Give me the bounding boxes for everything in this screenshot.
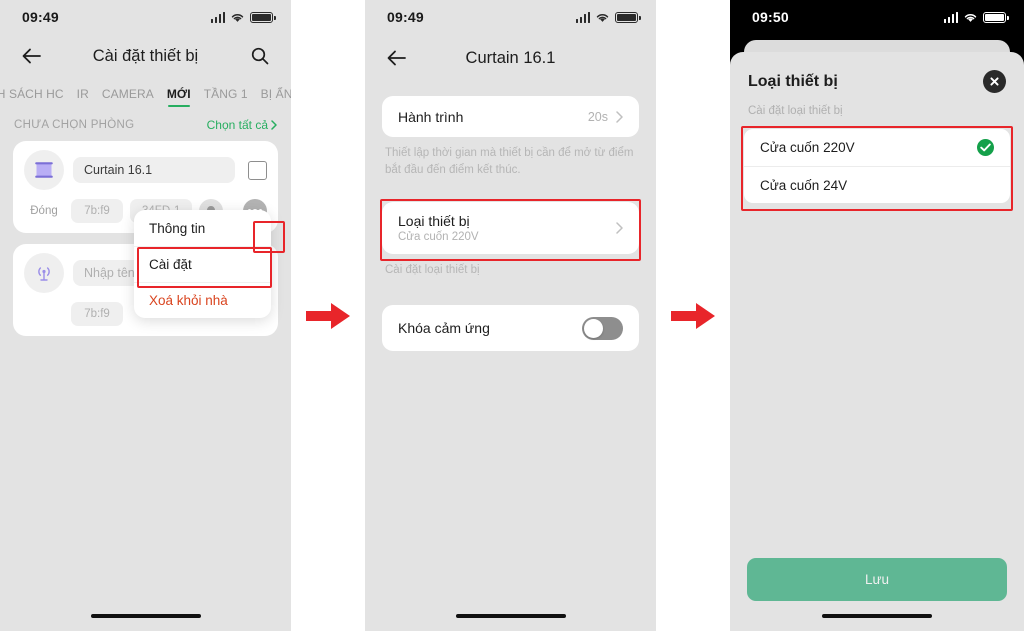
row-khoa-cam-ung-main: Khóa cảm ứng bbox=[398, 320, 582, 336]
nav-bar: Cài đặt thiết bị bbox=[0, 34, 291, 78]
status-bar-3: 09:50 bbox=[730, 0, 1024, 34]
status-icon-group-2 bbox=[575, 11, 641, 23]
check-circle-icon bbox=[977, 139, 994, 156]
search-button[interactable] bbox=[247, 43, 273, 69]
row-khoa-cam-ung[interactable]: Khóa cảm ứng bbox=[382, 305, 639, 352]
phone-screen-device-settings: 09:49 Curtain 16.1 Hành trình 20s Thiết … bbox=[365, 0, 656, 631]
search-icon bbox=[251, 47, 269, 65]
nav-bar-2: Curtain 16.1 bbox=[365, 34, 656, 82]
row-khoa-cam-ung-title: Khóa cảm ứng bbox=[398, 320, 490, 337]
select-all-label: Chọn tất cả bbox=[206, 118, 268, 132]
phone-screen-device-type-sheet: 09:50 Loại thiết bị Cài đặt loại thiết b… bbox=[730, 0, 1024, 631]
sheet-backdrop: Loại thiết bị Cài đặt loại thiết bị Cửa … bbox=[730, 34, 1024, 631]
menu-item-cai-dat[interactable]: Cài đặt bbox=[134, 246, 271, 282]
close-button[interactable] bbox=[983, 70, 1006, 93]
signal-icon bbox=[943, 11, 958, 23]
flow-arrow-2 bbox=[671, 302, 715, 329]
sheet-header: Loại thiết bị bbox=[730, 52, 1024, 93]
status-icon-group-3 bbox=[943, 11, 1009, 23]
row-hanh-trinh-main: Hành trình bbox=[398, 109, 588, 125]
wifi-device-glyph-icon bbox=[38, 267, 50, 281]
sheet-title: Loại thiết bị bbox=[748, 72, 838, 90]
helper-text-hanh-trinh: Thiết lập thời gian mà thiết bị cần để m… bbox=[385, 147, 634, 176]
menu-item-thong-tin[interactable]: Thông tin bbox=[134, 210, 271, 246]
sheet-subtitle: Cài đặt loại thiết bị bbox=[748, 105, 843, 117]
device-context-menu[interactable]: Thông tin Cài đặt Xoá khỏi nhà bbox=[134, 210, 271, 318]
chevron-right-icon bbox=[616, 222, 623, 235]
device-card-top-row: Curtain 16.1 bbox=[24, 150, 267, 190]
wifi-device-icon bbox=[24, 253, 64, 293]
wifi-icon bbox=[231, 13, 244, 22]
device-name-field[interactable]: Curtain 16.1 bbox=[73, 157, 235, 183]
device-id-pill-2: 7b:f9 bbox=[71, 302, 123, 326]
chevron-right-icon bbox=[271, 120, 277, 130]
device-state-label: Đóng bbox=[30, 205, 58, 217]
signal-icon bbox=[575, 11, 590, 23]
status-time-3: 09:50 bbox=[752, 9, 789, 25]
option-cua-cuon-24v[interactable]: Cửa cuốn 24V bbox=[744, 166, 1010, 203]
home-indicator bbox=[90, 614, 201, 618]
row-hanh-trinh-title: Hành trình bbox=[398, 108, 464, 125]
screenshot-stage: 09:49 Cài đặt thiết bị H SÁCH HC IR CAME… bbox=[0, 0, 1024, 631]
tab-nh-sach-hc[interactable]: NH SÁCH HC bbox=[0, 87, 64, 108]
menu-item-xoa-khoi-nha[interactable]: Xoá khỏi nhà bbox=[134, 282, 271, 318]
option-24v-label: Cửa cuốn 24V bbox=[760, 177, 848, 193]
battery-icon bbox=[250, 11, 276, 23]
wifi-icon bbox=[596, 13, 609, 22]
row-hanh-trinh-value: 20s bbox=[587, 109, 608, 124]
signal-icon bbox=[210, 11, 225, 23]
chevron-right-icon bbox=[616, 110, 623, 123]
status-time-2: 09:49 bbox=[387, 9, 424, 25]
row-loai-thiet-bi[interactable]: Loại thiết bị Cửa cuốn 220V bbox=[382, 202, 639, 255]
tab-strip[interactable]: NH SÁCH HC IR CAMERA MỚI TẦNG 1 BỊ ẨN bbox=[0, 78, 291, 108]
status-bar: 09:49 bbox=[0, 0, 291, 34]
phone-screen-device-list: 09:49 Cài đặt thiết bị H SÁCH HC IR CAME… bbox=[0, 0, 291, 631]
row-loai-thiet-bi-subtitle: Cửa cuốn 220V bbox=[398, 231, 479, 244]
back-button[interactable] bbox=[18, 43, 44, 69]
device-type-row-wrap: Loại thiết bị Cửa cuốn 220V bbox=[365, 199, 656, 262]
tab-camera[interactable]: CAMERA bbox=[102, 87, 154, 108]
section-header: CHƯA CHỌN PHÒNG Chọn tất cả bbox=[0, 108, 291, 141]
device-id-pill: 7b:f9 bbox=[71, 199, 123, 223]
device-type-option-group: Cửa cuốn 220V Cửa cuốn 24V bbox=[744, 129, 1010, 203]
device-select-checkbox[interactable] bbox=[248, 160, 267, 180]
select-all-button[interactable]: Chọn tất cả bbox=[207, 118, 277, 132]
save-button[interactable]: Lưu bbox=[747, 558, 1007, 601]
option-cua-cuon-220v[interactable]: Cửa cuốn 220V bbox=[744, 129, 1010, 166]
row-loai-thiet-bi-title: Loại thiết bị bbox=[398, 213, 470, 230]
option-group-wrap: Cửa cuốn 220V Cửa cuốn 24V bbox=[730, 126, 1024, 211]
tab-tang-1[interactable]: TẦNG 1 bbox=[204, 87, 248, 108]
status-bar-2: 09:49 bbox=[365, 0, 656, 34]
helper-text-loai-thiet-bi: Cài đặt loại thiết bị bbox=[385, 264, 480, 277]
tab-ir[interactable]: IR bbox=[77, 87, 89, 108]
close-icon bbox=[990, 77, 999, 86]
status-icon-group bbox=[210, 11, 276, 23]
device-type-bottom-sheet: Loại thiết bị Cài đặt loại thiết bị Cửa … bbox=[730, 52, 1024, 631]
battery-icon bbox=[983, 11, 1009, 23]
back-arrow-icon bbox=[387, 50, 406, 66]
back-button-2[interactable] bbox=[383, 45, 409, 71]
row-loai-thiet-bi-main: Loại thiết bị Cửa cuốn 220V bbox=[398, 213, 616, 243]
flow-gap-2 bbox=[656, 0, 730, 631]
option-220v-label: Cửa cuốn 220V bbox=[760, 140, 855, 155]
tab-bi-an[interactable]: BỊ ẨN bbox=[261, 87, 291, 108]
tab-moi[interactable]: MỚI bbox=[167, 87, 191, 108]
curtain-icon bbox=[24, 150, 64, 190]
flow-gap-1 bbox=[291, 0, 365, 631]
battery-icon bbox=[615, 11, 641, 23]
home-indicator-3 bbox=[822, 614, 932, 618]
status-time: 09:49 bbox=[22, 9, 59, 25]
back-arrow-icon bbox=[22, 48, 41, 64]
home-indicator-2 bbox=[455, 614, 566, 618]
flow-arrow-1 bbox=[306, 302, 350, 329]
section-label: CHƯA CHỌN PHÒNG bbox=[14, 119, 135, 131]
row-hanh-trinh[interactable]: Hành trình 20s bbox=[382, 96, 639, 137]
wifi-icon bbox=[964, 13, 977, 22]
check-glyph-icon bbox=[980, 143, 991, 152]
curtain-glyph-icon bbox=[35, 162, 53, 178]
touch-lock-toggle[interactable] bbox=[582, 316, 623, 340]
